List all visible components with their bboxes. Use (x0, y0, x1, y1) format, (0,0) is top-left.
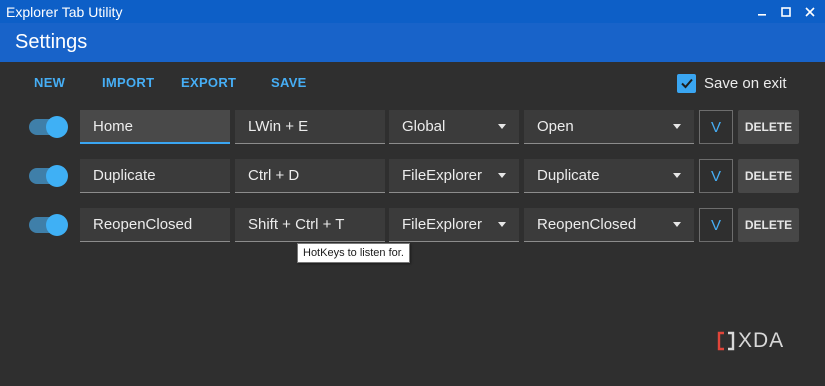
scope-select[interactable]: Global (389, 110, 519, 144)
action-value: Open (537, 118, 574, 135)
toggle-knob (46, 165, 68, 187)
hotkey-value: Ctrl + D (248, 167, 300, 184)
dropdown-arrow-icon (498, 124, 506, 129)
name-field[interactable]: Duplicate (80, 159, 230, 193)
name-value: ReopenClosed (93, 216, 193, 233)
scope-value: Global (402, 118, 446, 135)
hotkey-value: Shift + Ctrl + T (248, 216, 345, 233)
hotkey-field[interactable]: LWin + E (235, 110, 385, 144)
title-bar: Explorer Tab Utility (0, 0, 825, 23)
action-select[interactable]: Duplicate (524, 159, 694, 193)
minimize-icon (758, 13, 766, 16)
maximize-button[interactable] (775, 2, 797, 22)
hotkey-field[interactable]: Shift + Ctrl + T (235, 208, 385, 242)
dropdown-arrow-icon (673, 173, 681, 178)
xda-watermark-text: XDA (738, 329, 785, 352)
scope-select[interactable]: FileExplorer (389, 208, 519, 242)
page-title: Settings (15, 31, 88, 53)
name-value: Home (93, 117, 134, 135)
xda-logo-icon (717, 331, 735, 351)
maximize-icon (781, 6, 791, 17)
action-select[interactable]: Open (524, 110, 694, 144)
delete-button[interactable]: DELETE (738, 159, 799, 193)
enable-toggle[interactable] (29, 165, 68, 187)
save-on-exit-checkbox[interactable]: Save on exit (677, 73, 787, 93)
toggle-knob (46, 116, 68, 138)
hotkey-row: Home LWin + E Global Open V DELETE (0, 110, 825, 146)
name-field[interactable]: Home (80, 110, 230, 144)
action-select[interactable]: ReopenClosed (524, 208, 694, 242)
new-button[interactable]: NEW (34, 75, 65, 90)
export-button[interactable]: EXPORT (181, 75, 236, 90)
name-field[interactable]: ReopenClosed (80, 208, 230, 242)
dropdown-arrow-icon (498, 222, 506, 227)
import-button[interactable]: IMPORT (102, 75, 154, 90)
save-button[interactable]: SAVE (271, 75, 307, 90)
close-icon (805, 6, 815, 17)
delete-button[interactable]: DELETE (738, 208, 799, 242)
checkmark-icon (680, 78, 693, 89)
expand-button[interactable]: V (699, 208, 733, 242)
action-value: Duplicate (537, 167, 600, 184)
delete-button[interactable]: DELETE (738, 110, 799, 144)
dropdown-arrow-icon (673, 124, 681, 129)
hotkey-row: ReopenClosed Shift + Ctrl + T FileExplor… (0, 208, 825, 244)
hotkey-row: Duplicate Ctrl + D FileExplorer Duplicat… (0, 159, 825, 195)
xda-watermark: XDA (717, 329, 784, 353)
window-controls (749, 0, 821, 23)
toggle-knob (46, 214, 68, 236)
hotkey-field[interactable]: Ctrl + D (235, 159, 385, 193)
scope-value: FileExplorer (402, 167, 483, 184)
enable-toggle[interactable] (29, 214, 68, 236)
hotkey-value: LWin + E (248, 118, 309, 135)
save-on-exit-label: Save on exit (704, 74, 787, 92)
minimize-button[interactable] (751, 2, 773, 22)
dropdown-arrow-icon (498, 173, 506, 178)
expand-button[interactable]: V (699, 110, 733, 144)
enable-toggle[interactable] (29, 116, 68, 138)
hotkey-tooltip: HotKeys to listen for. (297, 243, 410, 263)
close-button[interactable] (799, 2, 821, 22)
dropdown-arrow-icon (673, 222, 681, 227)
app-header: Settings (0, 23, 825, 62)
expand-button[interactable]: V (699, 159, 733, 193)
name-value: Duplicate (93, 167, 156, 184)
window-title: Explorer Tab Utility (6, 3, 123, 20)
checkbox-box (677, 73, 696, 93)
scope-select[interactable]: FileExplorer (389, 159, 519, 193)
action-value: ReopenClosed (537, 216, 637, 233)
scope-value: FileExplorer (402, 216, 483, 233)
